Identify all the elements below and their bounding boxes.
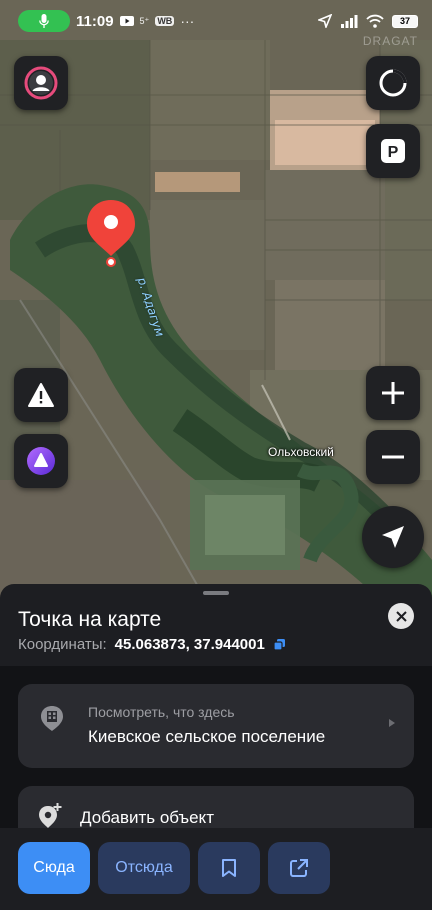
share-icon: [290, 859, 308, 877]
mic-indicator: [18, 10, 70, 32]
microphone-icon: [39, 14, 49, 28]
my-location-button[interactable]: [362, 506, 424, 568]
action-bar: Сюда Отсюда: [0, 828, 432, 910]
zoom-out-button[interactable]: [366, 430, 420, 484]
status-more: ···: [180, 13, 195, 29]
coordinates-value[interactable]: 45.063873, 37.944001: [115, 636, 265, 653]
plus-icon: [382, 382, 404, 404]
status-bar: 11:09 5⁺ WB ··· 37: [0, 0, 432, 42]
alice-assistant-icon: [27, 447, 55, 475]
close-button[interactable]: [388, 603, 414, 629]
profile-icon: [24, 66, 58, 100]
bookmark-icon: [222, 859, 236, 877]
coordinates-row: Координаты: 45.063873, 37.944001: [18, 636, 286, 653]
road-alert-button[interactable]: [14, 368, 68, 422]
zoom-in-button[interactable]: [366, 366, 420, 420]
building-icon: [41, 706, 63, 731]
signal-icon: [341, 15, 358, 28]
status-time: 11:09: [76, 12, 114, 30]
sheet-title: Точка на карте: [18, 608, 162, 631]
route-to-here-button[interactable]: Сюда: [18, 842, 90, 894]
location-status-icon: [318, 14, 332, 28]
alice-button[interactable]: [14, 434, 68, 488]
town-label: Ольховский: [268, 445, 334, 459]
road-alert-icon: [28, 383, 54, 407]
add-object-label: Добавить объект: [80, 808, 214, 827]
parking-icon: P: [381, 139, 405, 163]
whats-here-card[interactable]: Посмотреть, что здесь Киевское сельское …: [18, 684, 414, 768]
close-icon: [395, 610, 407, 622]
layers-button[interactable]: [366, 56, 420, 110]
svg-text:P: P: [388, 144, 399, 161]
wifi-icon: [366, 14, 384, 28]
whats-here-subtitle: Посмотреть, что здесь: [88, 704, 235, 720]
copy-icon[interactable]: [273, 638, 286, 651]
app-badge: WB: [155, 16, 175, 26]
coordinates-label: Координаты:: [18, 636, 107, 653]
minus-icon: [382, 455, 404, 459]
parking-button[interactable]: P: [366, 124, 420, 178]
network-type: 5⁺: [139, 15, 150, 26]
whats-here-title: Киевское сельское поселение: [88, 727, 326, 746]
navigation-arrow-icon: [382, 526, 404, 548]
location-pin-icon[interactable]: [85, 198, 137, 268]
profile-button[interactable]: [14, 56, 68, 110]
chevron-right-icon: [389, 719, 395, 727]
share-button[interactable]: [268, 842, 330, 894]
layers-icon: [379, 69, 407, 97]
battery-indicator: 37: [392, 14, 418, 28]
sheet-handle[interactable]: [203, 591, 229, 595]
add-place-icon: [39, 803, 62, 828]
youtube-icon: [119, 16, 134, 26]
bookmark-button[interactable]: [198, 842, 260, 894]
route-from-here-button[interactable]: Отсюда: [98, 842, 190, 894]
